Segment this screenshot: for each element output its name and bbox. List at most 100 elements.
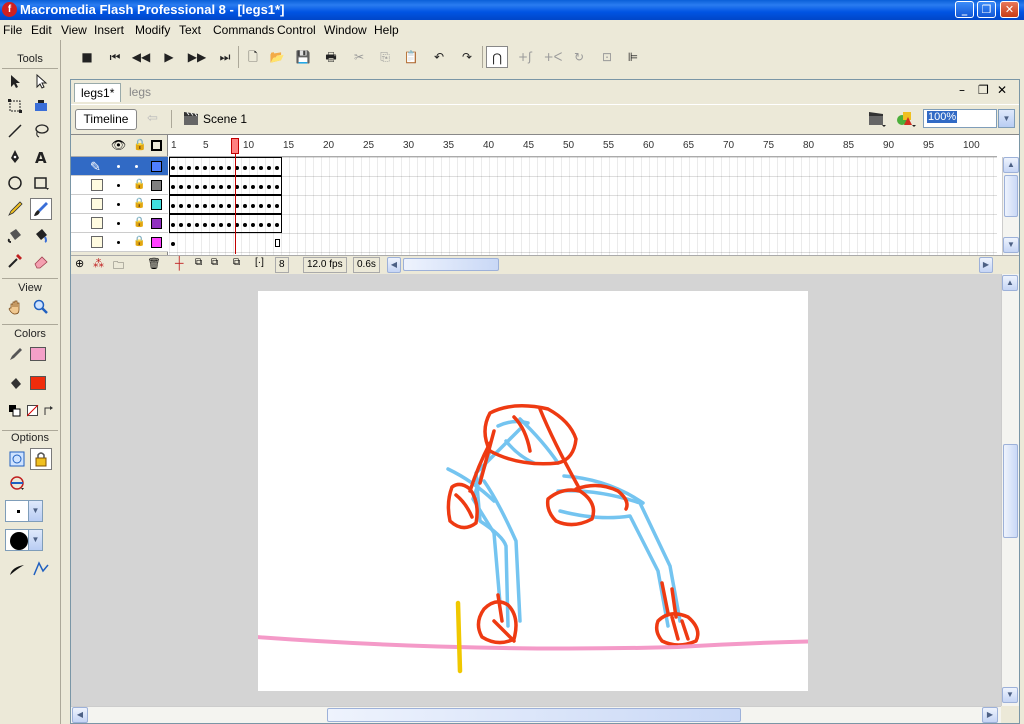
onion-skin-outlines-icon[interactable]: ⧉ <box>211 257 218 268</box>
scroll-down-icon[interactable]: ▼ <box>1003 237 1019 253</box>
swap-colors-icon[interactable] <box>40 402 54 416</box>
align-icon[interactable]: ⊫ <box>622 46 644 68</box>
menu-text[interactable]: Text <box>179 23 201 37</box>
lasso-tool-icon[interactable] <box>30 120 52 142</box>
brush-mode-icon[interactable] <box>6 472 28 494</box>
layer-row[interactable]: 🔒 <box>71 214 168 233</box>
stop-icon[interactable]: ■ <box>76 46 98 68</box>
no-color-icon[interactable] <box>24 402 39 417</box>
scroll-right-icon[interactable]: ▶ <box>982 707 998 723</box>
doc-minimize-icon[interactable]: – <box>959 83 965 97</box>
lock-icon[interactable]: 🔒 <box>133 179 145 190</box>
redo-icon[interactable]: ↷ <box>456 46 478 68</box>
save-icon[interactable]: 💾 <box>292 46 314 68</box>
black-white-icon[interactable] <box>6 402 21 417</box>
paint-bucket-tool-icon[interactable] <box>30 224 52 246</box>
open-folder-icon[interactable]: 📂 <box>266 46 288 68</box>
line-tool-icon[interactable] <box>4 120 26 142</box>
doc-close-icon[interactable]: ✕ <box>997 83 1007 97</box>
timeline-toggle-button[interactable]: Timeline <box>75 109 137 130</box>
oval-tool-icon[interactable] <box>4 172 26 194</box>
eyedropper-tool-icon[interactable] <box>4 250 26 272</box>
scroll-left-icon[interactable]: ◀ <box>387 257 401 273</box>
keyframe-dot[interactable] <box>171 242 175 246</box>
layer-color-swatch[interactable] <box>151 161 162 172</box>
layer-color-swatch[interactable] <box>151 180 162 191</box>
menu-view[interactable]: View <box>61 23 87 37</box>
frames-grid[interactable] <box>169 157 997 255</box>
straighten-tool-icon[interactable]: +ᐸ <box>542 46 564 68</box>
print-icon[interactable]: 🖶 <box>320 46 342 68</box>
hand-tool-icon[interactable] <box>4 296 26 318</box>
pencil-tool-icon[interactable] <box>4 198 26 220</box>
lock-icon[interactable]: 🔒 <box>133 198 145 209</box>
menu-window[interactable]: Window <box>324 23 367 37</box>
minimize-button[interactable]: _ <box>955 1 974 18</box>
maximize-button[interactable]: ❐ <box>977 1 996 18</box>
lock-all-icon[interactable]: 🔒 <box>133 138 147 151</box>
chevron-down-icon[interactable]: ▼ <box>998 109 1015 128</box>
selection-tool-icon[interactable] <box>4 70 26 92</box>
timeline-vertical-scrollbar[interactable]: ▲ ▼ <box>1002 157 1019 255</box>
brush-size-dropdown[interactable]: ▼ <box>5 500 43 522</box>
stage-horizontal-scrollbar[interactable]: ◀ ▶ <box>71 706 1001 723</box>
scroll-right-icon[interactable]: ▶ <box>979 257 993 273</box>
paste-icon[interactable]: 📋 <box>400 46 422 68</box>
close-button[interactable]: ✕ <box>1000 1 1019 18</box>
new-file-icon[interactable]: 🗋 <box>242 46 264 68</box>
playhead-handle[interactable] <box>231 138 239 154</box>
edit-scene-icon[interactable] <box>867 109 887 132</box>
pen-tool-icon[interactable] <box>4 146 26 168</box>
zoom-tool-icon[interactable] <box>30 296 52 318</box>
play-icon[interactable]: ▶ <box>158 46 180 68</box>
edit-symbols-icon[interactable] <box>895 109 917 132</box>
playhead[interactable] <box>231 135 239 255</box>
tab-legs1[interactable]: legs1* <box>74 83 122 102</box>
zoom-input[interactable]: 100% <box>923 109 997 128</box>
scale-icon[interactable]: ⊡ <box>596 46 618 68</box>
scroll-thumb[interactable] <box>1004 175 1018 217</box>
flash-app-icon[interactable]: f <box>2 2 17 17</box>
layer-color-swatch[interactable] <box>151 199 162 210</box>
brush-shape-dropdown[interactable]: ▼ <box>5 529 43 551</box>
visible-dot[interactable] <box>117 203 120 206</box>
layer-row[interactable]: 🔒 <box>71 176 168 195</box>
frame-ruler[interactable]: 1 5 10 15 20 25 30 35 40 45 50 55 60 65 70 75 80 85 90 95 10… <box>169 135 997 157</box>
scroll-down-icon[interactable]: ▼ <box>1002 687 1018 703</box>
menu-control[interactable]: Control <box>277 23 316 37</box>
layer-color-swatch[interactable] <box>151 237 162 248</box>
stage-vscroll-thumb[interactable] <box>1003 444 1018 538</box>
ink-bottle-tool-icon[interactable] <box>4 224 26 246</box>
scroll-left-icon[interactable]: ◀ <box>72 707 88 723</box>
edit-multiple-frames-icon[interactable]: ⧉ <box>233 257 240 268</box>
visible-dot[interactable] <box>117 184 120 187</box>
add-layer-icon[interactable]: ⊕ <box>75 257 84 270</box>
free-transform-tool-icon[interactable] <box>4 95 26 117</box>
stage-canvas[interactable] <box>228 291 860 691</box>
visible-dot[interactable] <box>117 222 120 225</box>
stage-vertical-scrollbar[interactable]: ▲ ▼ <box>1001 274 1019 706</box>
layer-row[interactable]: 🔒 <box>71 233 168 252</box>
timeline-hscroll-thumb[interactable] <box>403 258 499 271</box>
stroke-color-swatch[interactable] <box>30 347 46 361</box>
scroll-up-icon[interactable]: ▲ <box>1002 275 1018 291</box>
lock-icon[interactable]: 🔒 <box>133 236 145 247</box>
fill-transform-tool-icon[interactable] <box>30 95 52 117</box>
step-forward-icon[interactable]: ▶▶ <box>186 46 208 68</box>
center-frame-icon[interactable]: ┼ <box>175 256 184 270</box>
back-arrow-icon[interactable]: ⇦ <box>147 110 158 126</box>
menu-insert[interactable]: Insert <box>94 23 124 37</box>
menu-edit[interactable]: Edit <box>31 23 52 37</box>
step-back-icon[interactable]: ◀◀ <box>130 46 152 68</box>
layer-row[interactable]: 🔒 <box>71 195 168 214</box>
fill-color-swatch[interactable] <box>30 376 46 390</box>
layer-color-swatch[interactable] <box>151 218 162 229</box>
menu-modify[interactable]: Modify <box>135 23 170 37</box>
modify-onion-markers-icon[interactable]: [·] <box>255 257 264 268</box>
go-to-first-frame-icon[interactable]: ⏮ <box>104 46 126 68</box>
go-to-last-frame-icon[interactable]: ⏭ <box>214 46 236 68</box>
undo-icon[interactable]: ↶ <box>428 46 450 68</box>
onion-skin-icon[interactable]: ⧉ <box>195 257 202 268</box>
lock-icon[interactable]: 🔒 <box>133 217 145 228</box>
add-motion-guide-icon[interactable]: ⁂ <box>93 257 104 270</box>
